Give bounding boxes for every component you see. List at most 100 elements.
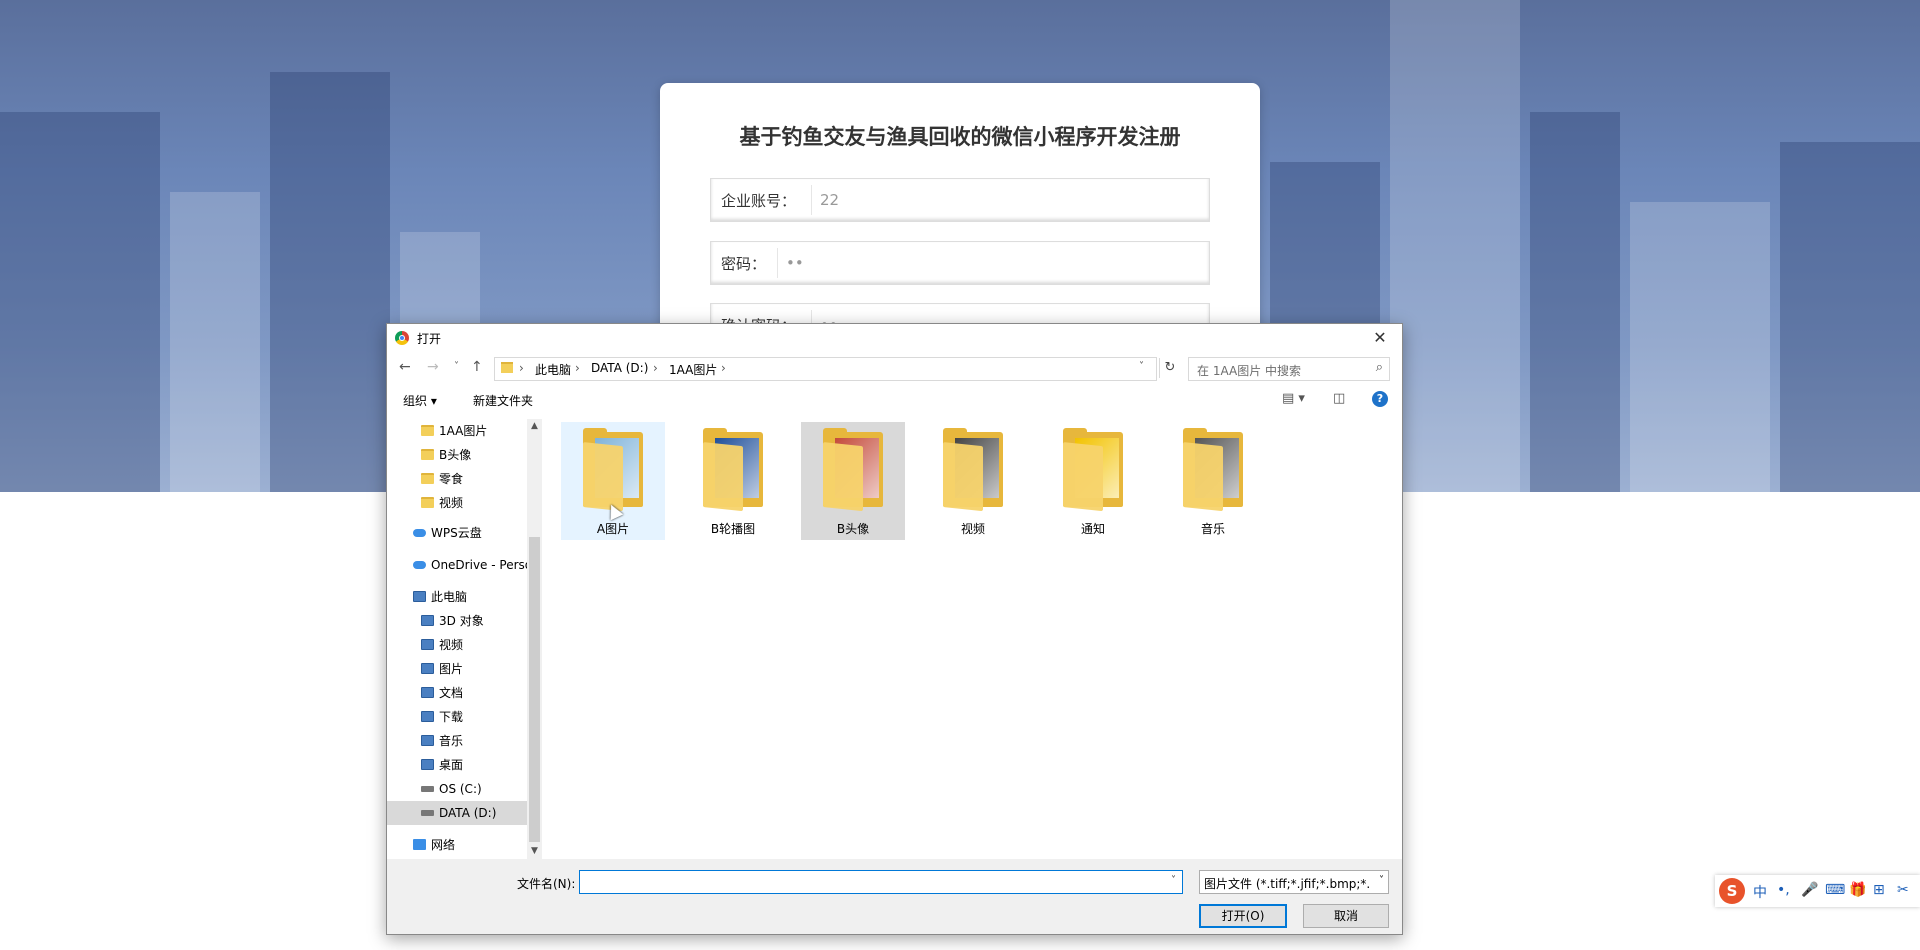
onedrive-icon	[413, 561, 426, 569]
forward-button[interactable]: →	[427, 359, 439, 375]
breadcrumb-data-d[interactable]: DATA (D:)	[591, 361, 648, 375]
filename-label: 文件名(N):	[517, 877, 576, 891]
scroll-up-icon[interactable]: ▲	[527, 419, 542, 434]
sogou-logo-icon[interactable]: S	[1719, 878, 1745, 904]
preview-pane-button[interactable]: ◫	[1333, 391, 1345, 406]
nav-item[interactable]: 1AA图片	[387, 419, 527, 443]
network-icon	[413, 839, 426, 850]
nav-item-label: 图片	[439, 662, 464, 676]
keyboard-icon[interactable]: ⌨	[1825, 882, 1845, 898]
nav-item-label: 视频	[439, 496, 464, 510]
register-title: 基于钓鱼交友与渔具回收的微信小程序开发注册	[739, 125, 1181, 149]
nav-item-label: 此电脑	[431, 590, 468, 604]
nav-item-label: 桌面	[439, 758, 464, 772]
folder-item[interactable]: 通知	[1041, 422, 1145, 540]
pc-icon	[413, 591, 426, 602]
file-type-select[interactable]: 图片文件 (*.tiff;*.jfif;*.bmp;*.gif ˅	[1199, 870, 1389, 894]
nav-item[interactable]: 3D 对象	[387, 609, 527, 633]
nav-item-label: 零食	[439, 472, 464, 486]
nav-item[interactable]: OS (C:)	[387, 777, 527, 801]
up-button[interactable]: ↑	[471, 359, 483, 375]
dialog-footer: 文件名(N): ˅ 图片文件 (*.tiff;*.jfif;*.bmp;*.gi…	[387, 859, 1402, 934]
search-input[interactable]: 在 1AA图片 中搜索	[1197, 362, 1301, 379]
skin-icon[interactable]: ✂	[1897, 882, 1909, 898]
cancel-button[interactable]: 取消	[1303, 904, 1389, 928]
new-folder-button[interactable]: 新建文件夹	[473, 392, 533, 409]
folder-item[interactable]: 视频	[921, 422, 1025, 540]
nav-item-label: 3D 对象	[439, 614, 484, 628]
open-button[interactable]: 打开(O)	[1199, 904, 1287, 928]
nav-item-label: 音乐	[439, 734, 464, 748]
view-options-button[interactable]: ▤ ▾	[1282, 391, 1305, 406]
folder-item[interactable]: B轮播图	[681, 422, 785, 540]
folder-icon	[421, 449, 434, 460]
punctuation-icon[interactable]: •,	[1777, 882, 1790, 898]
folder-icon	[823, 428, 883, 512]
nav-item[interactable]: WPS云盘	[387, 521, 527, 545]
address-bar[interactable]: › 此电脑 › DATA (D:) › 1AA图片 › ˅	[494, 357, 1157, 381]
scroll-down-icon[interactable]: ▼	[527, 844, 542, 859]
nav-item[interactable]: 文档	[387, 681, 527, 705]
nav-item[interactable]: 视频	[387, 633, 527, 657]
drive-icon	[421, 786, 434, 792]
account-row: 企业账号： 22	[710, 178, 1210, 222]
chinese-mode-icon[interactable]: 中	[1753, 882, 1767, 902]
breadcrumb-this-pc[interactable]: 此电脑	[535, 361, 571, 378]
command-bar: 组织 ▾ 新建文件夹 ▤ ▾ ◫ ?	[387, 386, 1402, 414]
organize-menu[interactable]: 组织 ▾	[403, 392, 437, 409]
back-button[interactable]: ←	[399, 359, 411, 375]
navigation-bar: ← → ˅ ↑ › 此电脑 › DATA (D:) › 1AA图片 › ˅ ↻ …	[387, 354, 1402, 382]
dialog-titlebar[interactable]: 打开 ✕	[387, 324, 1402, 352]
password-input[interactable]: ••	[777, 248, 1201, 278]
folder-icon	[421, 497, 434, 508]
filename-input[interactable]: ˅	[579, 870, 1183, 894]
nav-item[interactable]: DATA (D:)	[387, 801, 527, 825]
folder-item[interactable]: B头像	[801, 422, 905, 540]
dialog-title: 打开	[417, 332, 442, 346]
account-input[interactable]: 22	[811, 185, 1201, 215]
nav-item[interactable]: 网络	[387, 833, 527, 857]
folder-icon	[703, 428, 763, 512]
help-icon[interactable]: ?	[1372, 391, 1388, 407]
search-icon: ⌕	[1375, 360, 1383, 375]
desktop-icon	[421, 759, 434, 770]
gift-icon[interactable]: 🎁	[1849, 882, 1866, 898]
nav-item[interactable]: 此电脑	[387, 585, 527, 609]
nav-item-label: OS (C:)	[439, 782, 482, 796]
folder-icon	[1063, 428, 1123, 512]
nav-item[interactable]: 下载	[387, 705, 527, 729]
nav-item[interactable]: 图片	[387, 657, 527, 681]
nav-scrollbar[interactable]: ▲ ▼	[527, 419, 542, 859]
folder-icon	[421, 425, 434, 436]
nav-item-label: DATA (D:)	[439, 806, 497, 820]
nav-item-label: 文档	[439, 686, 464, 700]
open-file-dialog: 打开 ✕ ← → ˅ ↑ › 此电脑 › DATA (D:) › 1AA图片 ›…	[386, 323, 1403, 935]
nav-item[interactable]: OneDrive - Personal	[387, 553, 527, 577]
close-button[interactable]: ✕	[1358, 324, 1402, 352]
nav-item-label: 下载	[439, 710, 464, 724]
folder-name: A图片	[596, 522, 630, 536]
nav-item[interactable]: 视频	[387, 491, 527, 515]
chevron-down-icon[interactable]: ˅	[1139, 361, 1144, 372]
download-icon	[421, 711, 434, 722]
nav-item[interactable]: B头像	[387, 443, 527, 467]
file-list-area[interactable]: A图片 B轮播图 B头像 视频 通知 音乐	[543, 419, 1401, 859]
search-box[interactable]: 在 1AA图片 中搜索 ⌕	[1188, 357, 1390, 381]
grid-icon[interactable]: ⊞	[1873, 882, 1885, 898]
microphone-icon[interactable]: 🎤	[1801, 882, 1818, 898]
recent-locations-button[interactable]: ˅	[454, 361, 459, 372]
password-row: 密码： ••	[710, 241, 1210, 285]
nav-item[interactable]: 音乐	[387, 729, 527, 753]
nav-item[interactable]: 零食	[387, 467, 527, 491]
3d-objects-icon	[421, 615, 434, 626]
scrollbar-thumb[interactable]	[529, 537, 540, 842]
chevron-down-icon[interactable]: ˅	[1171, 875, 1176, 886]
folder-item[interactable]: 音乐	[1161, 422, 1265, 540]
chevron-down-icon: ˅	[1379, 875, 1384, 886]
nav-item-label: B头像	[439, 448, 472, 462]
nav-item[interactable]: 桌面	[387, 753, 527, 777]
breadcrumb-1aa[interactable]: 1AA图片	[669, 361, 717, 378]
folder-item[interactable]: A图片	[561, 422, 665, 540]
refresh-button[interactable]: ↻	[1159, 358, 1180, 378]
folder-name: B轮播图	[710, 522, 756, 536]
